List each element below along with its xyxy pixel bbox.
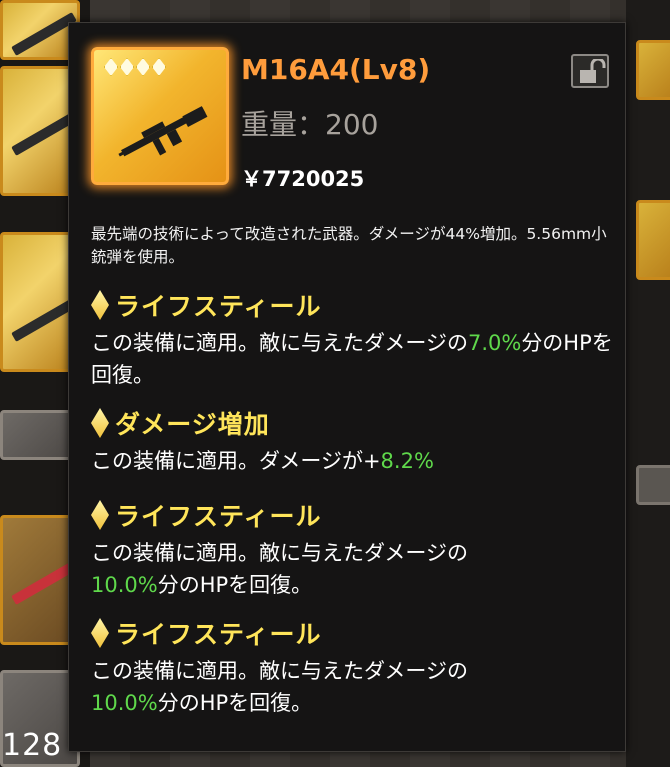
star-icon — [104, 58, 118, 76]
diamond-icon — [91, 290, 109, 320]
star-icon — [136, 58, 150, 76]
item-name: M16A4(Lv8) — [241, 53, 431, 86]
ability-value: 8.2% — [380, 449, 434, 473]
rarity-stars — [104, 58, 166, 76]
inventory-count: 128 — [2, 728, 63, 763]
ability-description: この装備に適用。敵に与えたダメージの 10.0%分のHPを回復。 — [91, 659, 468, 715]
inventory-background-right — [626, 0, 670, 767]
ability-value: 10.0% — [91, 573, 158, 597]
inventory-slot[interactable] — [636, 200, 670, 280]
lock-button[interactable] — [571, 54, 609, 88]
ability-block: ライフスティール この装備に適用。敵に与えたダメージの 10.0%分のHPを回復。 — [91, 497, 616, 601]
inventory-slot[interactable] — [636, 40, 670, 100]
item-price: ￥7720025 — [241, 167, 365, 191]
ability-name: ダメージ増加 — [115, 410, 270, 439]
ability-name: ライフスティール — [115, 502, 322, 531]
ability-block: ライフスティール この装備に適用。敵に与えたダメージの 10.0%分のHPを回復。 — [91, 615, 616, 719]
item-icon-frame — [91, 47, 229, 185]
lock-icon — [580, 59, 606, 83]
item-weight: 重量：200 — [241, 108, 379, 141]
ability-value: 10.0% — [91, 691, 158, 715]
ability-block: ライフスティール この装備に適用。敵に与えたダメージの7.0%分のHPを回復。 — [91, 287, 616, 391]
item-description: 最先端の技術によって改造された武器。ダメージが44%増加。5.56mm小銃弾を使… — [91, 225, 607, 266]
ability-name: ライフスティール — [115, 292, 322, 321]
ability-description: この装備に適用。敵に与えたダメージの7.0%分のHPを回復。 — [91, 331, 613, 387]
ability-block: ダメージ増加 この装備に適用。ダメージが+8.2% — [91, 405, 616, 477]
ability-description: この装備に適用。ダメージが+8.2% — [91, 449, 434, 473]
star-icon — [152, 58, 166, 76]
diamond-icon — [91, 408, 109, 438]
star-icon — [120, 58, 134, 76]
diamond-icon — [91, 618, 109, 648]
diamond-icon — [91, 500, 109, 530]
ability-description: この装備に適用。敵に与えたダメージの 10.0%分のHPを回復。 — [91, 541, 468, 597]
rifle-icon — [118, 106, 208, 157]
inventory-slot[interactable] — [636, 465, 670, 505]
ability-name: ライフスティール — [115, 620, 322, 649]
ability-value: 7.0% — [467, 331, 522, 355]
item-detail-panel: M16A4(Lv8) 重量：200 ￥7720025 最先端の技術によって改造さ… — [68, 22, 626, 752]
